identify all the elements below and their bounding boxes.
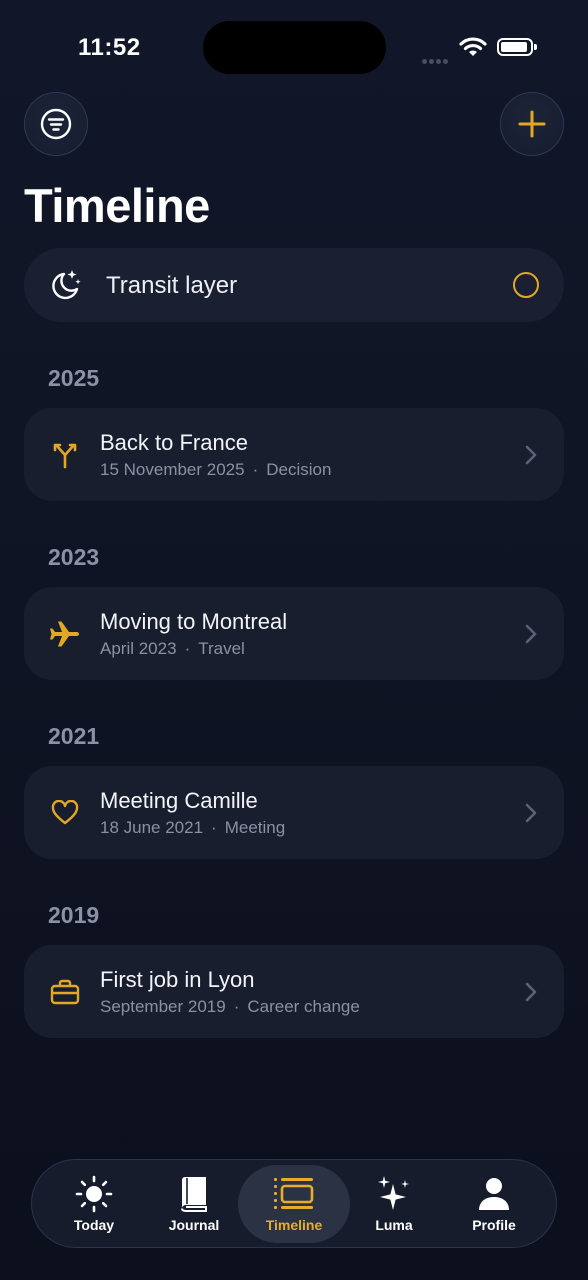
- briefcase-icon: [48, 975, 82, 1009]
- timeline-icon: [244, 1174, 344, 1214]
- wifi-icon: [459, 37, 487, 62]
- event-title: First job in Lyon: [100, 967, 255, 992]
- event-category: Meeting: [224, 818, 286, 837]
- airplane-icon: [48, 617, 82, 651]
- chevron-right-icon: [524, 623, 538, 650]
- event-meta: 18 June 2021 · Meeting: [100, 818, 285, 838]
- tab-label: Journal: [168, 1217, 220, 1233]
- event-category: Career change: [247, 997, 360, 1016]
- chevron-right-icon: [524, 981, 538, 1008]
- filter-icon: [40, 108, 72, 140]
- year-heading: 2023: [48, 544, 100, 570]
- tab-label: Profile: [472, 1217, 516, 1233]
- event-card-back-to-france[interactable]: Back to France 15 November 2025 · Decision: [24, 408, 564, 501]
- transit-layer-toggle[interactable]: Transit layer: [24, 248, 564, 322]
- status-bar: 11:52: [0, 0, 588, 96]
- tab-today[interactable]: Today: [44, 1160, 144, 1249]
- branch-icon: [48, 438, 82, 472]
- event-meta: 15 November 2025 · Decision: [100, 460, 331, 480]
- tab-profile[interactable]: Profile: [444, 1160, 544, 1249]
- event-category: Travel: [198, 639, 245, 658]
- person-icon: [444, 1174, 544, 1214]
- meta-separator: ·: [252, 460, 259, 479]
- transit-toggle-circle[interactable]: [513, 272, 539, 298]
- sun-icon: [44, 1174, 144, 1214]
- event-meta: September 2019 · Career change: [100, 997, 360, 1017]
- event-date: April 2023: [100, 639, 177, 658]
- chevron-right-icon: [524, 802, 538, 829]
- event-title: Moving to Montreal: [100, 609, 288, 634]
- page-title: Timeline: [24, 179, 210, 232]
- event-date: September 2019: [100, 997, 226, 1016]
- tab-label: Today: [73, 1217, 115, 1233]
- status-time: 11:52: [78, 34, 141, 61]
- year-heading: 2025: [48, 365, 100, 391]
- meta-separator: ·: [184, 639, 191, 658]
- meta-separator: ·: [233, 997, 240, 1016]
- filter-button[interactable]: [24, 92, 88, 156]
- event-date: 18 June 2021: [100, 818, 204, 837]
- tab-label: Timeline: [265, 1217, 323, 1233]
- event-date: 15 November 2025: [100, 460, 245, 479]
- book-icon: [144, 1174, 244, 1214]
- tab-luma[interactable]: Luma: [344, 1160, 444, 1249]
- event-meta: April 2023 · Travel: [100, 639, 245, 659]
- meta-separator: ·: [211, 818, 217, 837]
- tab-label: Luma: [375, 1217, 413, 1233]
- transit-layer-label: Transit layer: [106, 272, 238, 299]
- event-title: Back to France: [100, 430, 248, 455]
- year-heading: 2021: [48, 723, 100, 749]
- plus-icon: [518, 110, 546, 138]
- event-card-moving-to-montreal[interactable]: Moving to Montreal April 2023 · Travel: [24, 587, 564, 680]
- heart-icon: [48, 796, 82, 830]
- tab-bar: Today Journal Timeline Luma Profile: [31, 1159, 557, 1248]
- dynamic-island: [203, 21, 386, 74]
- event-category: Decision: [266, 460, 332, 479]
- event-card-meeting-camille[interactable]: Meeting Camille 18 June 2021 · Meeting: [24, 766, 564, 859]
- battery-icon: [497, 38, 537, 56]
- event-card-first-job-in-lyon[interactable]: First job in Lyon September 2019 · Career …: [24, 945, 564, 1038]
- moon-stars-icon: [48, 268, 82, 307]
- tab-timeline[interactable]: Timeline: [238, 1160, 350, 1249]
- sparkles-icon: [344, 1174, 444, 1214]
- cellular-signal-icon: [422, 51, 450, 69]
- year-heading: 2019: [48, 902, 100, 928]
- event-title: Meeting Camille: [100, 788, 258, 813]
- add-event-button[interactable]: [500, 92, 564, 156]
- chevron-right-icon: [524, 444, 538, 471]
- tab-journal[interactable]: Journal: [144, 1160, 244, 1249]
